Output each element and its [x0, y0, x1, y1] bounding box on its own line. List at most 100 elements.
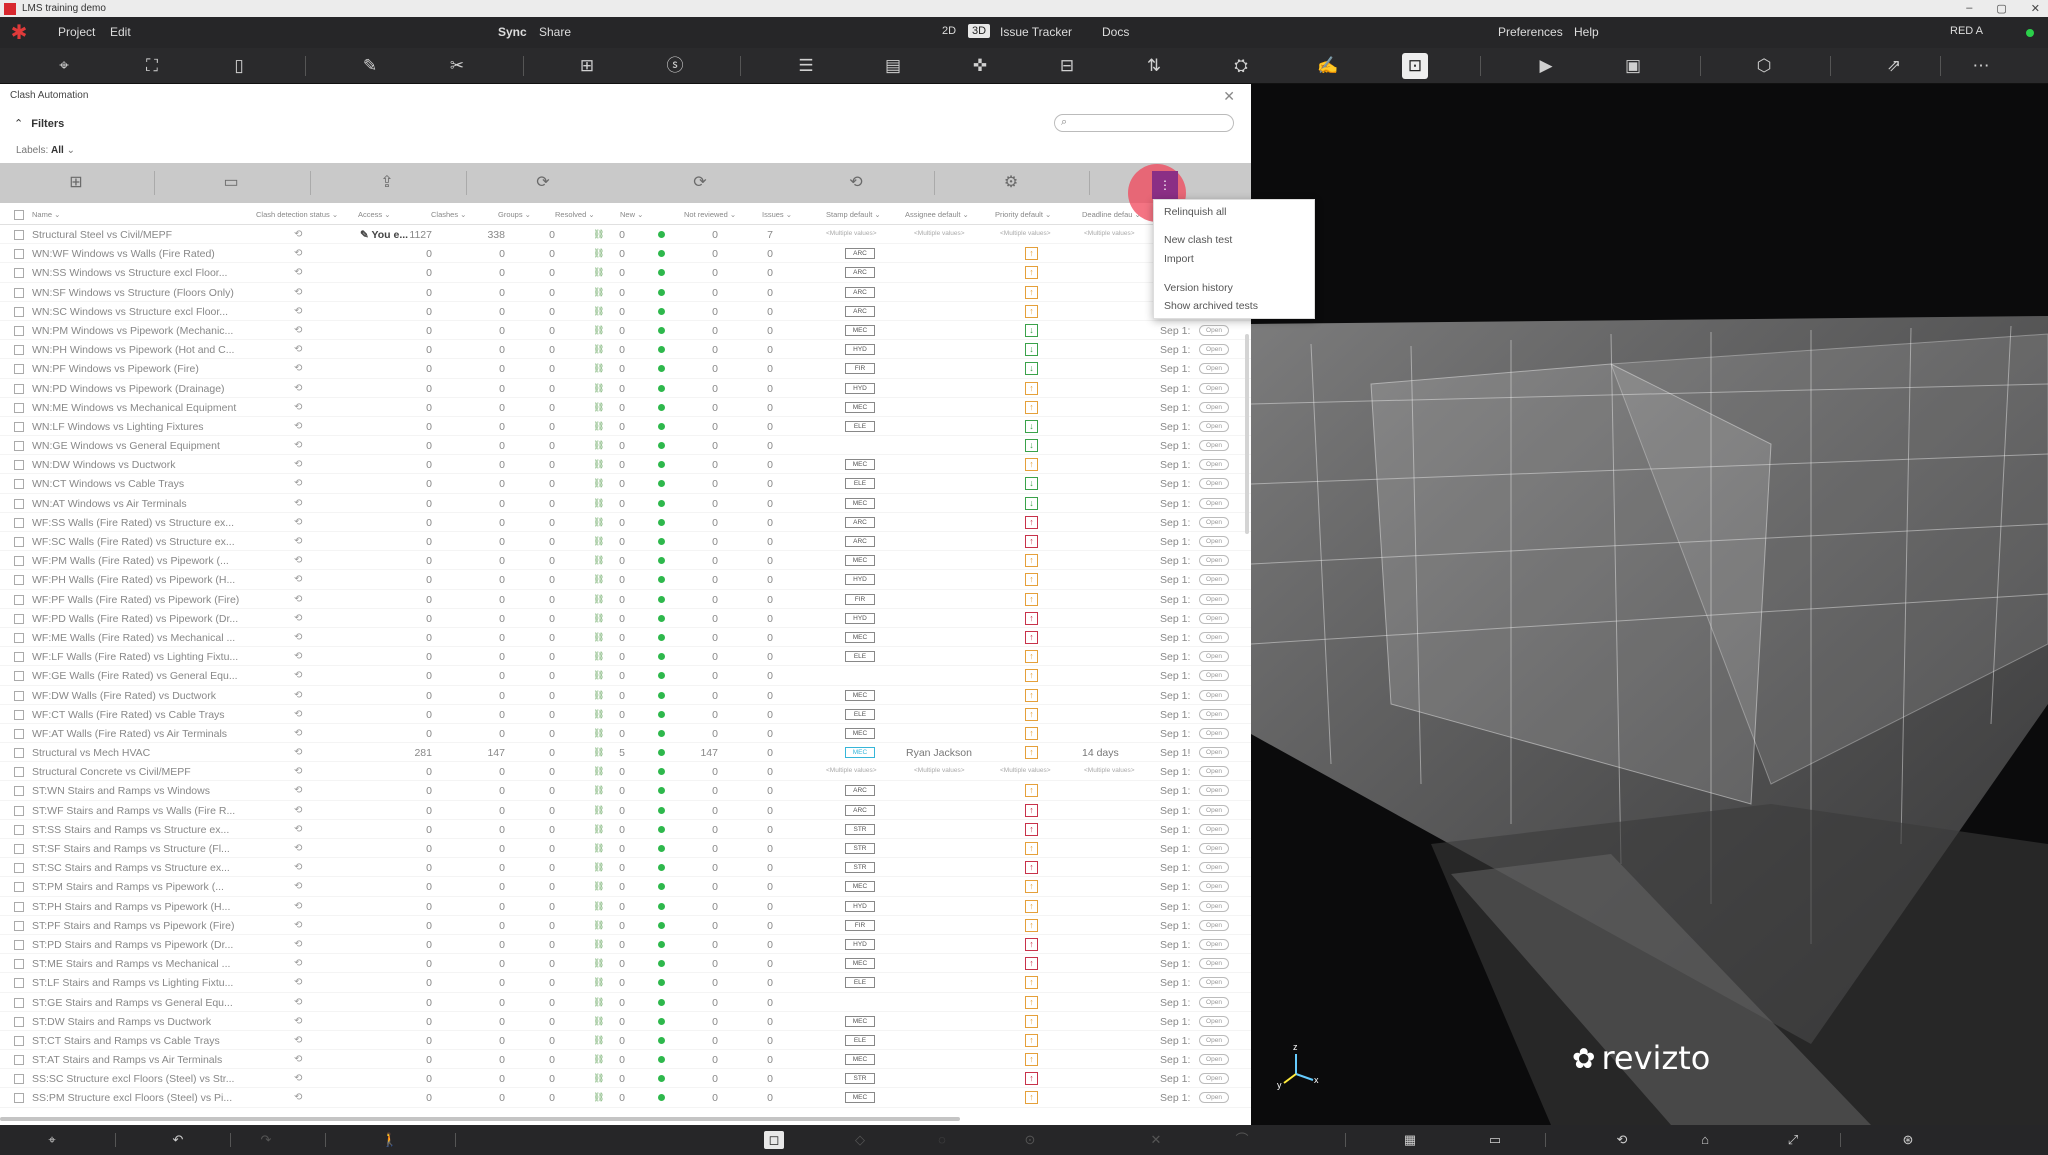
col-header-clash-detection-status[interactable]: Clash detection status ⌄	[256, 210, 338, 219]
test-name[interactable]: ST:SC Stairs and Ramps vs Structure ex..…	[32, 862, 242, 874]
test-name[interactable]: ST:PD Stairs and Ramps vs Pipework (Dr..…	[32, 939, 242, 951]
add-view-icon[interactable]: ⊞	[574, 53, 600, 79]
table-row[interactable]: WN:AT Windows vs Air Terminals ⟲ 0 0 0 0 0 0 ⛓ ME…	[0, 494, 1251, 513]
stamp-badge[interactable]: ELE	[845, 420, 875, 432]
stamp-badge[interactable]: MEC	[845, 1015, 875, 1027]
test-name[interactable]: WF:CT Walls (Fire Rated) vs Cable Trays	[32, 709, 242, 721]
stamp-badge[interactable]: ARC	[845, 804, 875, 816]
table-row[interactable]: Structural Steel vs Civil/MEPF ⟲ ✎ You e..…	[0, 225, 1251, 245]
status-badge[interactable]: Open	[1199, 823, 1229, 835]
stamp-badge[interactable]: MEC	[845, 1054, 875, 1066]
table-row[interactable]: SS:SC Structure excl Floors (Steel) vs S…	[0, 1069, 1251, 1089]
table-row[interactable]: Structural Concrete vs Civil/MEPF ⟲ 0 0 0 0 0 0…	[0, 762, 1251, 782]
test-name[interactable]: WF:PH Walls (Fire Rated) vs Pipework (H.…	[32, 574, 242, 586]
stamp-badge[interactable]: MEC	[845, 1092, 875, 1104]
sheet-icon[interactable]: ▯	[226, 53, 252, 79]
map-icon[interactable]: ⛶	[139, 53, 165, 79]
tool-a-icon[interactable]: ◇	[850, 1131, 870, 1149]
row-checkbox[interactable]	[14, 978, 24, 989]
test-name[interactable]: ST:GE Stairs and Ramps vs General Equ...	[32, 997, 242, 1009]
status-badge[interactable]: Open	[1199, 420, 1229, 432]
status-badge[interactable]: Open	[1199, 881, 1229, 893]
row-checkbox[interactable]	[14, 959, 24, 970]
status-badge[interactable]: Open	[1199, 612, 1229, 624]
priority-high-icon[interactable]: ↑	[1025, 803, 1038, 817]
table-row[interactable]: ST:CT Stairs and Ramps vs Cable Trays ⟲ 0 0…	[0, 1031, 1251, 1051]
status-badge[interactable]: Open	[1199, 574, 1229, 586]
test-name[interactable]: Structural vs Mech HVAC	[32, 747, 242, 759]
priority-up-icon[interactable]: ↑	[1025, 899, 1038, 913]
row-checkbox[interactable]	[14, 786, 24, 797]
priority-up-icon[interactable]: ↑	[1025, 976, 1038, 990]
status-badge[interactable]: Open	[1199, 1034, 1229, 1046]
menu-import[interactable]: Import	[1164, 253, 1194, 265]
row-checkbox[interactable]	[14, 805, 24, 816]
close-window-button[interactable]: ✕	[2031, 2, 2040, 15]
test-name[interactable]: ST:DW Stairs and Ramps vs Ductwork	[32, 1016, 242, 1028]
status-badge[interactable]: Open	[1199, 785, 1229, 797]
test-name[interactable]: WF:PD Walls (Fire Rated) vs Pipework (Dr…	[32, 613, 242, 625]
col-header-clashes[interactable]: Clashes ⌄	[431, 210, 466, 219]
row-checkbox[interactable]	[14, 230, 24, 240]
status-badge[interactable]: Open	[1199, 344, 1229, 356]
row-checkbox[interactable]	[14, 882, 24, 893]
status-badge[interactable]: Open	[1199, 478, 1229, 490]
row-checkbox[interactable]	[14, 632, 24, 643]
table-row[interactable]: ST:ME Stairs and Ramps vs Mechanical ...…	[0, 954, 1251, 974]
vertical-scrollbar[interactable]	[1245, 334, 1249, 534]
status-badge[interactable]: Open	[1199, 958, 1229, 970]
row-checkbox[interactable]	[14, 479, 24, 490]
table-row[interactable]: WN:PH Windows vs Pipework (Hot and C... ⟲…	[0, 340, 1251, 360]
priority-up-icon[interactable]: ↑	[1025, 1014, 1038, 1028]
test-name[interactable]: WN:CT Windows vs Cable Trays	[32, 478, 242, 490]
row-checkbox[interactable]	[14, 824, 24, 835]
table-row[interactable]: WN:SS Windows vs Structure excl Floor...…	[0, 263, 1251, 283]
menu-issue-tracker[interactable]: Issue Tracker	[1000, 25, 1072, 39]
presentation-icon[interactable]: ▶	[1533, 53, 1559, 79]
run-icon[interactable]: ⟳	[688, 172, 712, 194]
row-checkbox[interactable]	[14, 652, 24, 663]
row-checkbox[interactable]	[14, 1035, 24, 1046]
menu-docs[interactable]: Docs	[1102, 25, 1129, 39]
row-checkbox[interactable]	[14, 345, 24, 356]
table-row[interactable]: WN:PF Windows vs Pipework (Fire) ⟲ 0 0 0 0 0 0 ⛓…	[0, 359, 1251, 379]
maximize-button[interactable]: ▢	[1996, 2, 2006, 15]
col-header-not-reviewed[interactable]: Not reviewed ⌄	[684, 210, 736, 219]
table-row[interactable]: ST:AT Stairs and Ramps vs Air Terminals ⟲…	[0, 1050, 1251, 1070]
stack-icon[interactable]: ☰	[793, 53, 819, 79]
test-name[interactable]: WN:SC Windows vs Structure excl Floor...	[32, 306, 242, 318]
priority-high-icon[interactable]: ↑	[1025, 957, 1038, 971]
search-input[interactable]: ⌕	[1054, 114, 1234, 132]
priority-down-icon[interactable]: ↓	[1025, 439, 1038, 453]
status-badge[interactable]: Open	[1199, 536, 1229, 547]
priority-up-icon[interactable]: ↑	[1025, 746, 1038, 760]
table-row[interactable]: WN:SF Windows vs Structure (Floors Only)…	[0, 283, 1251, 302]
stamp-badge[interactable]: STR	[845, 862, 875, 874]
add-clash-test-icon[interactable]: ⊞	[64, 172, 88, 194]
scissors-icon[interactable]: ✂	[444, 53, 470, 79]
stamp-badge[interactable]: HYD	[845, 938, 875, 950]
status-badge[interactable]: Open	[1199, 862, 1229, 874]
status-badge[interactable]: Open	[1199, 555, 1229, 567]
col-header-priority-default[interactable]: Priority default ⌄	[995, 210, 1051, 219]
stamp-badge[interactable]: ARC	[845, 267, 875, 279]
row-checkbox[interactable]	[14, 249, 24, 260]
stamp-badge[interactable]: ARC	[845, 248, 875, 260]
status-badge[interactable]: Open	[1199, 631, 1229, 643]
stamp-badge[interactable]: STR	[845, 1073, 875, 1085]
mode-3d-toggle[interactable]: 3D	[968, 24, 991, 38]
row-checkbox[interactable]	[14, 594, 24, 605]
row-checkbox[interactable]	[14, 690, 24, 701]
status-badge[interactable]: Open	[1199, 804, 1229, 816]
comment-icon[interactable]: ▭	[1485, 1131, 1505, 1149]
markup-icon[interactable]: ✍	[1315, 53, 1341, 79]
row-checkbox[interactable]	[14, 402, 24, 413]
test-name[interactable]: Structural Steel vs Civil/MEPF	[32, 229, 242, 241]
col-header-issues[interactable]: Issues ⌄	[762, 210, 792, 219]
test-name[interactable]: WF:DW Walls (Fire Rated) vs Ductwork	[32, 690, 242, 702]
test-name[interactable]: ST:ME Stairs and Ramps vs Mechanical ...	[32, 958, 242, 970]
stamp-badge[interactable]: HYD	[845, 382, 875, 394]
test-name[interactable]: ST:WN Stairs and Ramps vs Windows	[32, 785, 242, 797]
priority-down-icon[interactable]: ↓	[1025, 362, 1038, 376]
table-row[interactable]: ST:LF Stairs and Ramps vs Lighting Fixtu…	[0, 973, 1251, 993]
